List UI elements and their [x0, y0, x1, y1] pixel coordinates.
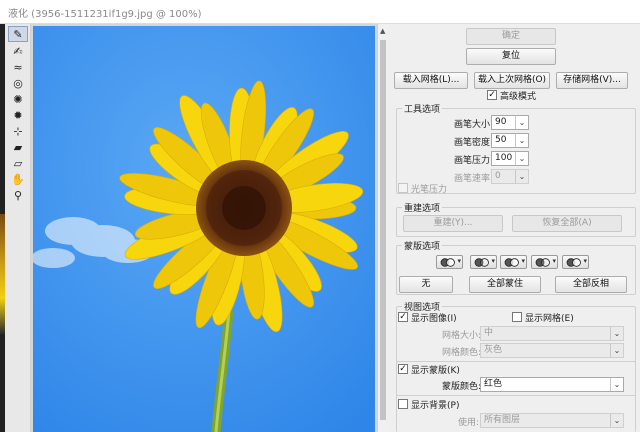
brush-rate-field[interactable]: 0 ⌄: [491, 169, 529, 184]
title-bar: 液化 (3956-1511231if1g9.jpg @ 100%): [0, 0, 640, 24]
chevron-down-icon[interactable]: ⌄: [610, 327, 623, 340]
use-layers-value: 所有图层: [484, 415, 521, 425]
window-title: 液化 (3956-1511231if1g9.jpg @ 100%): [8, 9, 202, 20]
mask-options-title: 蒙版选项: [402, 239, 443, 252]
canvas-vertical-scrollbar[interactable]: ▲: [377, 24, 388, 432]
options-panel: 确定 复位 载入网格(L)... 载入上次网格(O) 存储网格(V)... ✓ …: [390, 24, 640, 432]
stylus-pressure-label: 光笔压力: [411, 185, 448, 195]
reconstruct-tool-icon[interactable]: ✍: [8, 44, 28, 60]
reconstruct-options-title: 重建选项: [402, 201, 443, 214]
pucker-tool-icon[interactable]: ✺: [8, 92, 28, 108]
smooth-tool-icon[interactable]: ≈: [8, 60, 28, 76]
invert-all-button[interactable]: 全部反相: [555, 276, 627, 293]
use-label: 使用:: [458, 418, 480, 428]
chevron-down-icon[interactable]: ⌄: [515, 134, 528, 147]
chevron-down-icon[interactable]: ⌄: [515, 152, 528, 165]
chevron-down-icon[interactable]: ⌄: [610, 378, 623, 391]
show-mesh-checkbox[interactable]: [512, 312, 522, 322]
mesh-size-label: 网格大小:: [442, 331, 482, 341]
thaw-mask-tool-icon[interactable]: ▱: [8, 156, 28, 172]
show-mask-checkbox[interactable]: ✓: [398, 364, 408, 374]
mask-none-button[interactable]: 无: [399, 276, 453, 293]
zoom-tool-icon[interactable]: ⚲: [8, 188, 28, 204]
sunflower-image: [33, 26, 375, 432]
save-mesh-button[interactable]: 存储网格(V)...: [556, 72, 628, 89]
show-backdrop-checkbox[interactable]: [398, 399, 408, 409]
ok-button[interactable]: 确定: [466, 28, 556, 45]
mask-subtract-icon[interactable]: ▾: [500, 255, 527, 269]
mask-replace-selection-icon[interactable]: ▾: [436, 255, 463, 269]
show-mask-label: 显示蒙版(K): [411, 366, 460, 376]
scroll-up-arrow-icon[interactable]: ▲: [380, 27, 385, 35]
mesh-size-select[interactable]: 中 ⌄: [480, 326, 624, 341]
brush-density-field[interactable]: 50 ⌄: [491, 133, 529, 148]
mask-add-icon[interactable]: ▾: [470, 255, 497, 269]
mesh-size-value: 中: [484, 328, 494, 338]
sunflower-photo[interactable]: [33, 26, 375, 432]
mesh-color-label: 网格颜色:: [442, 348, 482, 358]
show-image-label: 显示图像(I): [411, 314, 457, 324]
tool-options-title: 工具选项: [402, 102, 443, 115]
load-last-mesh-button[interactable]: 载入上次网格(O): [474, 72, 550, 89]
twirl-clockwise-tool-icon[interactable]: ◎: [8, 76, 28, 92]
mesh-color-value: 灰色: [484, 345, 503, 355]
chevron-down-icon[interactable]: ⌄: [515, 170, 528, 183]
forward-warp-tool-icon[interactable]: ✎: [8, 26, 28, 42]
show-image-checkbox[interactable]: ✓: [398, 312, 408, 322]
liquify-toolbar: ✎ ✍ ≈ ◎ ✺ ✹ ⊹ ▰ ▱ ✋ ⚲: [5, 24, 31, 432]
reset-button[interactable]: 复位: [466, 48, 556, 65]
brush-density-label: 画笔密度:: [454, 138, 494, 148]
show-backdrop-label: 显示背景(P): [411, 401, 460, 411]
mesh-color-select[interactable]: 灰色 ⌄: [480, 343, 624, 358]
mask-all-button[interactable]: 全部蒙住: [469, 276, 541, 293]
brush-pressure-value: 100: [495, 153, 513, 163]
mask-color-select[interactable]: 红色 ⌄: [480, 377, 624, 392]
mask-color-value: 红色: [484, 379, 503, 389]
reconstruct-button[interactable]: 重建(Y)...: [403, 215, 503, 232]
load-mesh-button[interactable]: 载入网格(L)...: [394, 72, 468, 89]
bloat-tool-icon[interactable]: ✹: [8, 108, 28, 124]
brush-size-value: 90: [495, 117, 507, 127]
advanced-mode-checkbox[interactable]: ✓: [487, 90, 497, 100]
scroll-thumb[interactable]: [380, 40, 386, 420]
liquify-dialog: 液化 (3956-1511231if1g9.jpg @ 100%) ✎ ✍ ≈ ◎ ✺ ✹…: [0, 0, 640, 432]
stylus-pressure-checkbox[interactable]: [398, 183, 408, 193]
brush-density-value: 50: [495, 135, 507, 145]
use-layers-select[interactable]: 所有图层 ⌄: [480, 413, 624, 428]
freeze-mask-tool-icon[interactable]: ▰: [8, 140, 28, 156]
brush-pressure-field[interactable]: 100 ⌄: [491, 151, 529, 166]
chevron-down-icon[interactable]: ⌄: [610, 414, 623, 427]
brush-pressure-label: 画笔压力:: [454, 156, 494, 166]
show-mesh-label: 显示网格(E): [525, 314, 574, 324]
chevron-down-icon[interactable]: ⌄: [610, 344, 623, 357]
mask-intersect-icon[interactable]: ▾: [531, 255, 558, 269]
brush-rate-label: 画笔速率:: [454, 174, 494, 184]
mask-invert-icon[interactable]: ▾: [562, 255, 589, 269]
chevron-down-icon[interactable]: ⌄: [515, 116, 528, 129]
push-left-tool-icon[interactable]: ⊹: [8, 124, 28, 140]
brush-rate-value: 0: [495, 171, 501, 181]
hand-tool-icon[interactable]: ✋: [8, 172, 28, 188]
preview-canvas-area[interactable]: ▲: [31, 24, 388, 432]
mask-color-label: 蒙版颜色:: [442, 382, 482, 392]
advanced-mode-label: 高级模式: [500, 92, 537, 102]
restore-all-button[interactable]: 恢复全部(A): [512, 215, 622, 232]
brush-size-label: 画笔大小:: [454, 120, 494, 130]
brush-size-field[interactable]: 90 ⌄: [491, 115, 529, 130]
